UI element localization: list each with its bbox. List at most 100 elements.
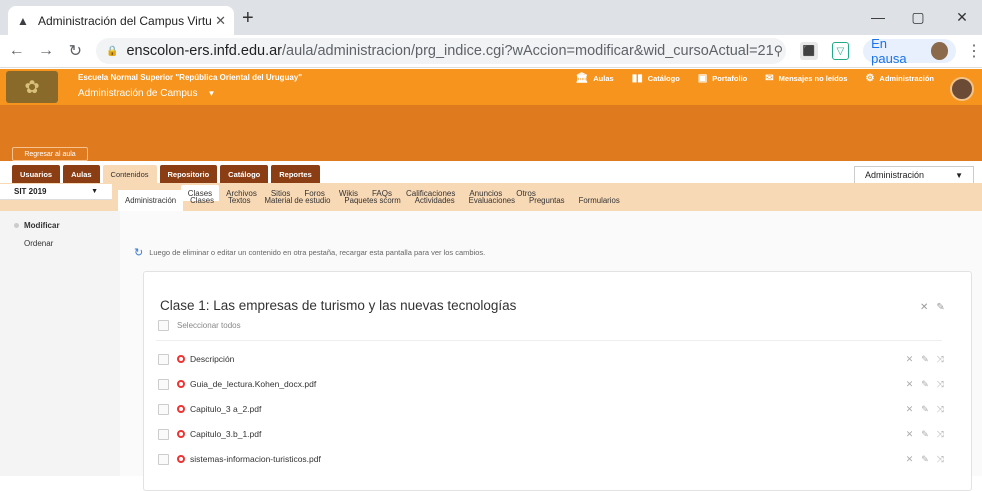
list-item[interactable]: Capitulo_3.b_1.pdf ✕ ✎ ⤨: [158, 424, 944, 444]
move-icon[interactable]: ⤨: [937, 404, 944, 415]
gear-icon: ⚙: [865, 73, 875, 84]
checkbox[interactable]: [158, 428, 169, 440]
delete-icon[interactable]: ✕: [906, 354, 914, 365]
edit-icon[interactable]: ✎: [921, 454, 929, 465]
close-window-icon[interactable]: ✕: [944, 6, 980, 28]
nav-label: Mensajes no leídos: [778, 74, 848, 83]
delete-icon[interactable]: ✕: [906, 404, 914, 415]
edit-icon[interactable]: ✎: [921, 379, 929, 390]
campus-menu-label: Administración de Campus: [78, 88, 198, 99]
tab-repositorio[interactable]: Repositorio: [159, 165, 218, 183]
edit-icon[interactable]: ✎: [921, 404, 929, 415]
item-label: sistemas-informacion-turisticos.pdf: [190, 454, 321, 464]
class-title: Clase 1: Las empresas de turismo y las n…: [160, 298, 517, 313]
quick-access-select[interactable]: Administración ▼: [854, 166, 974, 184]
side-item-ordenar[interactable]: Ordenar: [14, 234, 60, 252]
status-circle-icon: [177, 405, 185, 413]
checkbox[interactable]: [158, 320, 169, 331]
select-all-label: Seleccionar todos: [177, 321, 241, 330]
move-icon[interactable]: ⤨: [937, 429, 944, 440]
toolbar-band: [0, 105, 982, 161]
tab-administracion[interactable]: Administración: [118, 190, 184, 211]
tab-material-estudio[interactable]: Material de estudio: [258, 190, 338, 211]
move-icon[interactable]: ⤨: [937, 354, 944, 365]
delete-icon[interactable]: ✕: [920, 302, 928, 313]
tab-usuarios[interactable]: Usuarios: [12, 165, 61, 183]
book-icon: ▮▮: [631, 73, 643, 84]
tab-paquetes-scorm[interactable]: Paquetes scorm: [337, 190, 407, 211]
user-avatar[interactable]: [950, 77, 974, 101]
tab-actividades[interactable]: Actividades: [408, 190, 462, 211]
nav-administracion[interactable]: ⚙ Administración: [865, 73, 934, 84]
checkbox[interactable]: [158, 353, 169, 365]
new-tab-icon[interactable]: +: [242, 6, 254, 30]
tab-evaluaciones[interactable]: Evaluaciones: [462, 190, 522, 211]
tab-aulas[interactable]: Aulas: [63, 165, 100, 183]
status-circle-icon: [177, 430, 185, 438]
profile-pause-button[interactable]: En pausa: [863, 36, 957, 66]
checkbox[interactable]: [158, 453, 169, 465]
nav-aulas[interactable]: 🏛 Aulas: [576, 73, 614, 84]
reload-icon[interactable]: ↻: [63, 38, 88, 64]
back-to-class-button[interactable]: Regresar al aula: [12, 147, 88, 161]
nav-label: Portafolio: [712, 74, 748, 83]
tab-preguntas[interactable]: Preguntas: [522, 190, 572, 211]
list-item[interactable]: Capitulo_3 a_2.pdf ✕ ✎ ⤨: [158, 399, 944, 419]
side-item-label: Modificar: [24, 220, 60, 230]
list-item[interactable]: Guia_de_lectura.Kohen_docx.pdf ✕ ✎ ⤨: [158, 374, 944, 394]
tab-reportes[interactable]: Reportes: [271, 165, 320, 183]
side-menu: Modificar Ordenar: [14, 216, 60, 252]
delete-icon[interactable]: ✕: [906, 379, 914, 390]
pocket-extension-icon[interactable]: ▽: [831, 42, 850, 60]
url-field[interactable]: 🔒 enscolon-ers.infd.edu.ar/aula/administ…: [95, 38, 787, 64]
tab-catalogo[interactable]: Catálogo: [220, 165, 269, 183]
class-actions: ✕ ✎: [920, 302, 945, 313]
checkbox[interactable]: [158, 403, 169, 415]
nav-mensajes[interactable]: ✉ Mensajes no leídos: [765, 73, 847, 84]
delete-icon[interactable]: ✕: [906, 454, 914, 465]
select-all[interactable]: Seleccionar todos: [158, 320, 241, 331]
forward-arrow-icon[interactable]: →: [33, 38, 58, 64]
tab-textos[interactable]: Textos: [221, 190, 258, 211]
school-logo[interactable]: ✿: [6, 71, 58, 103]
checkbox[interactable]: [158, 378, 169, 390]
list-item[interactable]: sistemas-informacion-turisticos.pdf ✕ ✎ ⤨: [158, 449, 944, 469]
tab-contenidos[interactable]: Contenidos: [102, 165, 157, 183]
close-tab-icon[interactable]: ✕: [215, 13, 226, 29]
browser-menu-icon[interactable]: ⋮: [966, 41, 982, 61]
move-icon[interactable]: ⤨: [937, 454, 944, 465]
maximize-icon[interactable]: ▢: [900, 6, 936, 28]
side-item-modificar[interactable]: Modificar: [14, 216, 60, 234]
back-arrow-icon[interactable]: ←: [4, 38, 29, 64]
chevron-down-icon: ▼: [91, 188, 98, 195]
browser-tab[interactable]: ▲ Administración del Campus Virtu ✕: [8, 6, 234, 35]
refresh-icon[interactable]: ↻: [134, 246, 143, 259]
nav-label: Catálogo: [647, 74, 680, 83]
item-label: Capitulo_3.b_1.pdf: [190, 429, 262, 439]
minimize-icon[interactable]: —: [860, 6, 896, 28]
chevron-down-icon: ▼: [955, 170, 963, 180]
side-item-label: Ordenar: [24, 238, 54, 248]
folder-icon: ▣: [697, 73, 708, 84]
tab-formularios[interactable]: Formularios: [572, 190, 627, 211]
course-select[interactable]: SIT 2019 ▼: [0, 184, 112, 200]
nav-label: Aulas: [593, 74, 614, 83]
quick-access-label: Acceso Rápido:: [798, 172, 851, 179]
nav-portafolio[interactable]: ▣ Portafolio: [698, 73, 747, 84]
pdf-extension-icon[interactable]: ⬛: [800, 42, 818, 60]
bullet-icon: [14, 222, 19, 228]
tab-clases[interactable]: Clases: [183, 190, 221, 211]
edit-icon[interactable]: ✎: [936, 302, 944, 313]
quick-access-value: Administración: [865, 170, 925, 180]
edit-icon[interactable]: ✎: [921, 429, 929, 440]
list-item[interactable]: Descripción ✕ ✎ ⤨: [158, 349, 944, 369]
zoom-icon[interactable]: ⚲: [774, 43, 784, 59]
status-circle-icon: [177, 380, 185, 388]
edit-icon[interactable]: ✎: [921, 354, 929, 365]
nav-catalogo[interactable]: ▮▮ Catálogo: [632, 73, 680, 84]
move-icon[interactable]: ⤨: [937, 379, 944, 390]
delete-icon[interactable]: ✕: [906, 429, 914, 440]
nav-label: Administración: [879, 74, 934, 83]
url-path: /aula/administracion/prg_indice.cgi?wAcc…: [282, 43, 774, 59]
campus-menu[interactable]: Administración de Campus ▼: [78, 88, 982, 99]
